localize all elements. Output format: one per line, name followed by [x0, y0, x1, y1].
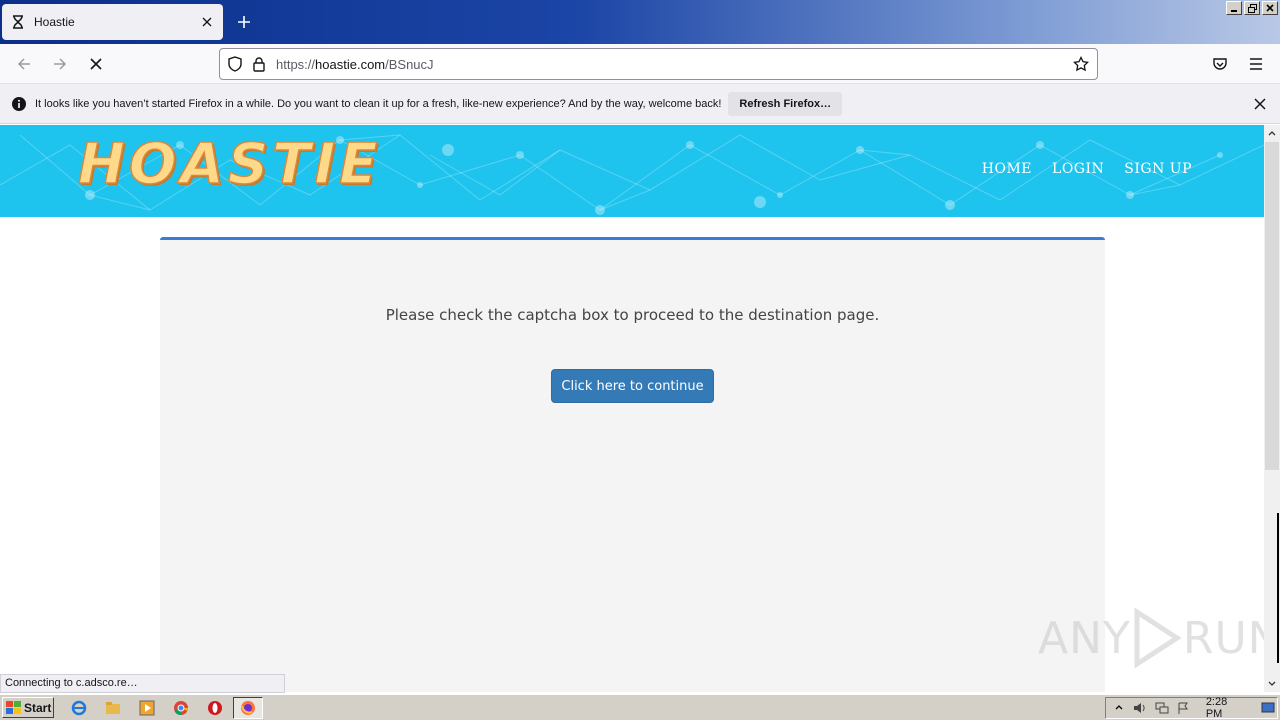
notification-message: It looks like you haven’t started Firefo…	[35, 97, 722, 110]
nav-link-login[interactable]: LOGIN	[1052, 161, 1104, 177]
scrollbar-marker	[1277, 513, 1279, 663]
taskbar-clock[interactable]: 2:28 PM	[1206, 696, 1246, 720]
pocket-icon[interactable]	[1206, 50, 1234, 78]
internet-explorer-icon[interactable]	[69, 698, 89, 718]
stop-loading-icon[interactable]	[82, 50, 110, 78]
window-controls	[1226, 1, 1278, 15]
lock-icon[interactable]	[250, 55, 268, 73]
title-bar: Hoastie	[0, 0, 1280, 44]
tab-hoastie[interactable]: Hoastie	[2, 4, 223, 40]
action-center-flag-icon[interactable]	[1174, 699, 1191, 717]
back-arrow-icon[interactable]	[10, 50, 38, 78]
new-tab-icon[interactable]	[232, 10, 256, 34]
notification-close-icon[interactable]	[1252, 96, 1268, 112]
scroll-up-icon[interactable]	[1264, 125, 1280, 141]
start-button[interactable]: Start	[2, 697, 54, 718]
windows-taskbar: Start 2:28 PM	[0, 694, 1280, 720]
content-panel: Please check the captcha box to proceed …	[160, 237, 1105, 692]
speaker-icon[interactable]	[1131, 699, 1148, 717]
hamburger-menu-icon[interactable]	[1242, 50, 1270, 78]
tab-close-icon[interactable]	[199, 14, 215, 30]
site-header: HOASTIE HOME LOGIN SIGN UP	[0, 125, 1264, 217]
windows-flag-icon	[6, 701, 21, 714]
forward-arrow-icon[interactable]	[46, 50, 74, 78]
captcha-message: Please check the captcha box to proceed …	[385, 306, 880, 324]
play-triangle-icon	[1134, 608, 1182, 668]
continue-button[interactable]: Click here to continue	[551, 369, 714, 403]
opera-icon[interactable]	[205, 698, 225, 718]
chrome-icon[interactable]	[171, 698, 191, 718]
notification-bar: It looks like you haven’t started Firefo…	[0, 84, 1280, 124]
anyrun-watermark: ANY RUN	[1038, 608, 1280, 668]
network-icon[interactable]	[1153, 699, 1170, 717]
media-player-icon[interactable]	[137, 698, 157, 718]
file-explorer-icon[interactable]	[103, 698, 123, 718]
bookmark-star-icon[interactable]	[1071, 54, 1091, 74]
site-nav: HOME LOGIN SIGN UP	[982, 161, 1192, 177]
restore-icon[interactable]	[1244, 1, 1260, 15]
nav-link-sign-up[interactable]: SIGN UP	[1124, 161, 1192, 177]
scroll-down-icon[interactable]	[1264, 676, 1280, 692]
tab-title: Hoastie	[34, 15, 75, 29]
minimize-icon[interactable]	[1226, 1, 1242, 15]
shield-icon[interactable]	[226, 55, 244, 73]
nav-toolbar: https://hoastie.com/BSnucJ	[0, 44, 1280, 84]
hourglass-icon	[10, 14, 26, 30]
system-tray: 2:28 PM	[1105, 696, 1278, 720]
tray-expand-icon[interactable]	[1110, 699, 1127, 717]
firefox-icon[interactable]	[238, 698, 258, 718]
window-close-icon[interactable]	[1262, 1, 1278, 15]
page-viewport: HOASTIE HOME LOGIN SIGN UP Please check …	[0, 125, 1264, 692]
scrollbar-thumb[interactable]	[1265, 142, 1279, 470]
info-icon	[11, 96, 27, 112]
url-text: https://hoastie.com/BSnucJ	[276, 56, 434, 72]
site-logo[interactable]: HOASTIE	[77, 136, 381, 194]
nav-link-home[interactable]: HOME	[982, 161, 1032, 177]
status-bar: Connecting to c.adsco.re…	[0, 674, 285, 693]
page-scrollbar[interactable]	[1264, 125, 1280, 692]
address-bar[interactable]: https://hoastie.com/BSnucJ	[219, 48, 1098, 80]
refresh-firefox-button[interactable]: Refresh Firefox…	[728, 91, 843, 116]
show-desktop-icon[interactable]	[1260, 699, 1277, 717]
